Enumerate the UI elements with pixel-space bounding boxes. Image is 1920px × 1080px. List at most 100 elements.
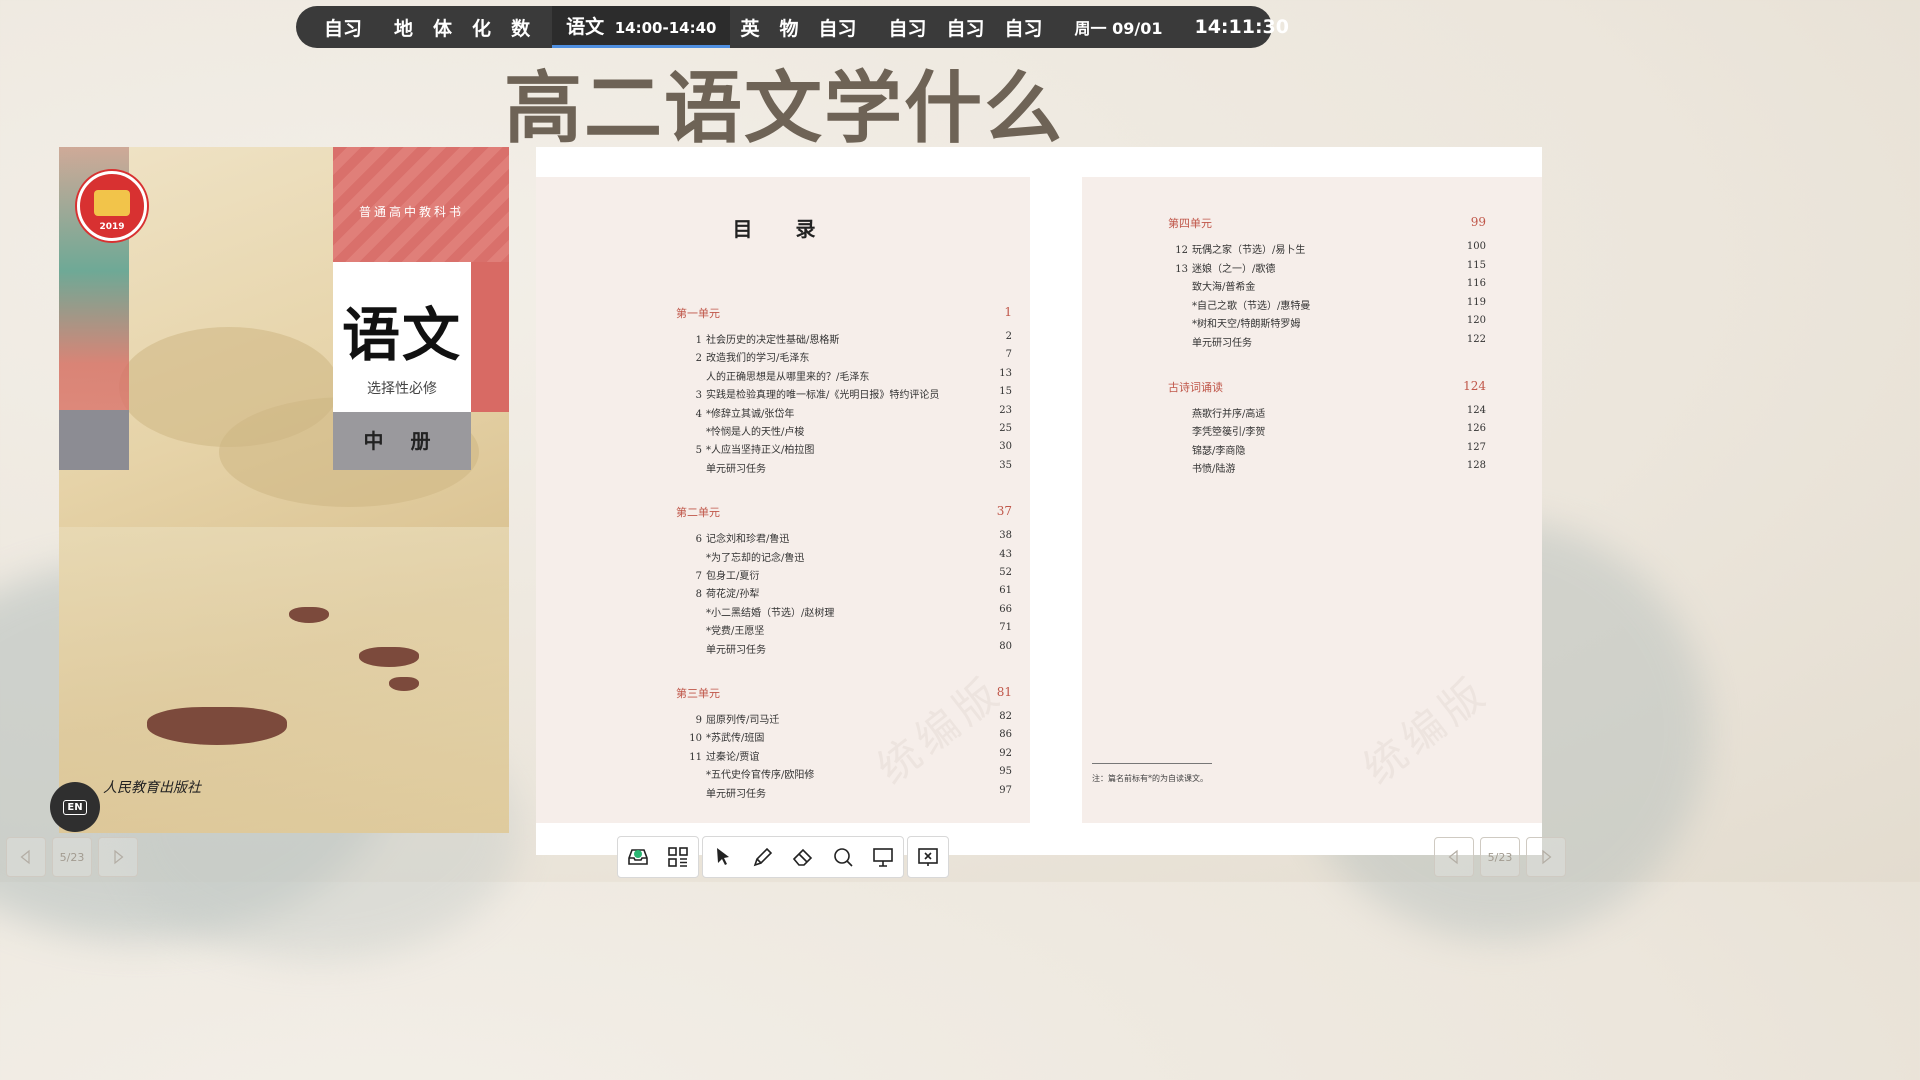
apps-grid-icon <box>668 847 688 867</box>
next-page-button[interactable] <box>98 837 138 877</box>
toc-section-heading: 第一单元 <box>676 305 720 321</box>
entry-page: 128 <box>1466 460 1486 472</box>
entry-number: 10 <box>689 733 702 745</box>
cover-painting-boat <box>389 677 419 691</box>
pointer-button[interactable] <box>703 837 743 877</box>
toolbar-group <box>702 836 904 878</box>
section-page: 37 <box>996 504 1012 519</box>
toc-entry: 7 包身工/夏衍 <box>680 567 760 582</box>
pen-icon <box>753 847 773 867</box>
page-indicator[interactable]: 5/23 <box>52 837 92 877</box>
entry-title: 记念刘和珍君/鲁迅 <box>706 534 790 546</box>
entry-number: 12 <box>1175 245 1188 256</box>
entry-page: 100 <box>1466 241 1486 252</box>
entry-page: 43 <box>999 548 1012 560</box>
entry-page: 126 <box>1466 423 1486 435</box>
eraser-icon <box>792 848 813 866</box>
entry-title: *自己之歌（节选）/惠特曼 <box>1192 300 1311 312</box>
pointer-icon <box>717 848 729 865</box>
entry-number: 4 <box>695 408 702 420</box>
entry-page: 115 <box>1466 259 1486 271</box>
entry-page: 35 <box>999 459 1012 471</box>
entry-page: 71 <box>999 622 1012 634</box>
toc-entry: 10 *苏武传/班固 <box>680 729 764 744</box>
toc-entry: 9 屈原列传/司马迁 <box>680 711 780 726</box>
eraser-button[interactable] <box>783 837 823 877</box>
schedule-item: 化 <box>472 17 492 40</box>
toc-entry: 1 社会历史的决定性基础/恩格斯 <box>680 331 840 346</box>
entry-title: 致大海/普希金 <box>1192 282 1256 294</box>
entry-title: *苏武传/班固 <box>706 733 765 745</box>
entry-number: 13 <box>1175 263 1188 275</box>
entry-number: 3 <box>695 390 702 402</box>
exit-button[interactable] <box>908 837 948 877</box>
entry-title: 人的正确思想是从哪里来的？/毛泽东 <box>706 371 870 383</box>
toc-entry: 6 记念刘和珍君/鲁迅 <box>680 530 790 546</box>
toc-entry: *党费/王愿坚 <box>680 622 764 637</box>
entry-title: 实践是检验真理的唯一标准/《光明日报》特约评论员 <box>706 390 940 402</box>
entry-number: 6 <box>695 534 702 546</box>
schedule-item: 自习 <box>888 17 927 40</box>
toc-page-left: 目 录 统编版 第一单元 1 1 社会历史的决定性基础/恩格斯 2 2 改造我们的学习/毛泽… <box>536 177 1030 823</box>
entry-title: 单元研习任务 <box>706 463 766 475</box>
apps-button[interactable] <box>658 837 698 877</box>
entry-page: 86 <box>999 729 1012 741</box>
toc-entry: 单元研习任务 <box>680 641 766 656</box>
cover-series-label: 普通高中教科书 <box>359 205 465 219</box>
pen-button[interactable] <box>743 837 783 877</box>
section-name: 第三单元 <box>676 687 720 700</box>
entry-title: *树和天空/特朗斯特罗姆 <box>1192 319 1301 331</box>
toc-entry: 单元研习任务 <box>680 785 766 800</box>
entry-title: 单元研习任务 <box>706 788 766 800</box>
cover-painting-boat <box>359 647 419 667</box>
toc-title: 目 录 <box>732 217 834 241</box>
entry-title: *党费/王愿坚 <box>706 626 765 638</box>
toc-entry: 锦瑟/李商隐 <box>1166 442 1245 457</box>
badge-year: 2019 <box>99 222 125 232</box>
cover-subject: 语文 <box>341 301 462 369</box>
entry-page: 92 <box>999 747 1012 759</box>
entry-page: 38 <box>999 530 1012 542</box>
entry-page: 95 <box>999 766 1012 778</box>
toc-entry: 李凭箜篌引/李贺 <box>1166 423 1265 438</box>
entry-page: 80 <box>999 640 1012 652</box>
chevron-right-icon <box>114 849 124 865</box>
schedule-item: 英 <box>740 17 760 40</box>
slide-title: 高二语文学什么 <box>503 64 1064 154</box>
inbox-button[interactable] <box>618 837 658 877</box>
screen-button[interactable] <box>863 837 903 877</box>
cover-grey-band <box>59 410 129 470</box>
entry-title: 李凭箜篌引/李贺 <box>1192 427 1266 439</box>
schedule-current-class: 语文 14:00-14:40 <box>552 6 731 48</box>
toc-entry: *怜悯是人的天性/卢梭 <box>680 423 804 438</box>
entry-number: 5 <box>695 445 702 457</box>
entry-number: 2 <box>695 353 702 365</box>
cover-red-strip <box>471 262 509 412</box>
prev-page-button[interactable] <box>6 837 46 877</box>
magnifier-button[interactable] <box>823 837 863 877</box>
input-method-button[interactable]: EN <box>50 782 100 832</box>
toc-section-heading: 第三单元 <box>676 685 720 701</box>
schedule-item: 自习 <box>324 17 363 40</box>
entry-title: 屈原列传/司马迁 <box>706 715 780 726</box>
schedule-clock: 14:11:30 <box>1194 16 1290 38</box>
entry-title: *小二黑结婚（节选）/赵树理 <box>706 607 835 619</box>
toc-entry: 单元研习任务 <box>1166 334 1252 349</box>
cover-volume: 中 册 <box>333 412 471 470</box>
prev-page-button[interactable] <box>1434 837 1474 877</box>
entry-page: 61 <box>999 585 1012 597</box>
toc-entry: 致大海/普希金 <box>1166 278 1255 293</box>
cover-publisher: 人民教育出版社 <box>103 780 201 796</box>
section-name: 第二单元 <box>676 506 720 520</box>
entry-title: 玩偶之家（节选）/易卜生 <box>1192 245 1306 256</box>
entry-title: 燕歌行并序/高适 <box>1192 408 1266 420</box>
toc-entry: 书愤/陆游 <box>1166 460 1235 475</box>
section-name: 第一单元 <box>676 307 720 320</box>
next-page-button[interactable] <box>1526 837 1566 877</box>
toolbar-group <box>907 836 949 878</box>
page-indicator[interactable]: 5/23 <box>1480 837 1520 877</box>
section-page: 99 <box>1470 215 1486 229</box>
section-name: 古诗词诵读 <box>1168 380 1223 394</box>
entry-page: 15 <box>999 386 1012 398</box>
entry-page: 120 <box>1466 315 1486 327</box>
